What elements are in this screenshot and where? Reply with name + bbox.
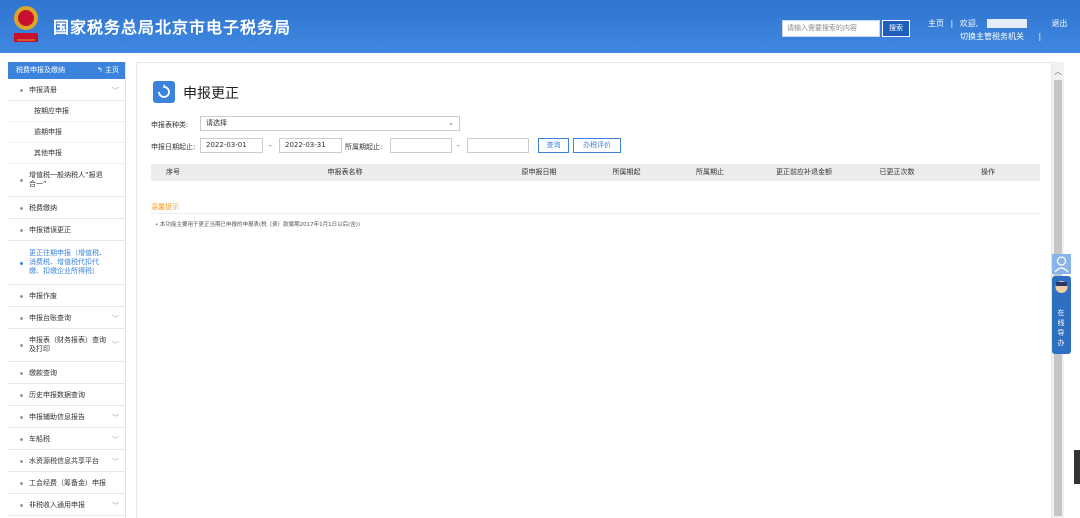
sidebar-subitem-overdue[interactable]: 逾期申报 (8, 122, 125, 143)
sidebar-item-union-fee[interactable]: 工会经费（筹备金）申报 (8, 472, 125, 494)
col-index: 序号 (166, 168, 180, 176)
bullet-icon (20, 344, 23, 347)
sidebar-item-payment-query[interactable]: 缴款查询 (8, 362, 125, 384)
col-report-name: 申报表名称 (327, 168, 363, 176)
sidebar-item-declaration-list[interactable]: 申报清册 ﹀ (8, 79, 125, 101)
sidebar-item-vat-refund[interactable]: 增值税一般纳税人“报退合一” (8, 164, 125, 197)
report-type-label: 申报表种类: (151, 121, 189, 129)
chevron-down-icon: ﹀ (112, 457, 119, 466)
chevron-down-icon: ﹀ (112, 86, 119, 95)
sidebar-item-nontax[interactable]: 非税收入通用申报 ﹀ (8, 494, 125, 516)
refresh-document-icon (153, 81, 175, 103)
bullet-icon (20, 371, 23, 375)
online-guide-button[interactable]: 在线导办 (1052, 276, 1071, 354)
bullet-icon (20, 179, 23, 182)
sidebar-header: 税费申报及缴纳 ↰ 主页 (8, 62, 125, 79)
chevron-down-icon: ﹀ (112, 341, 119, 349)
query-button[interactable]: 查询 (538, 138, 569, 153)
separator: | (1038, 32, 1042, 41)
switch-org-row: 切换主管税务机关 | (960, 31, 1041, 42)
results-table-header: 序号 申报表名称 原申报日期 所属期起 所属期止 更正前应补退金额 已更正次数 … (151, 164, 1040, 181)
tax-emblem-icon (14, 6, 38, 42)
online-guide-widget[interactable]: 在线导办 (1052, 254, 1071, 354)
edge-widget (1074, 450, 1080, 484)
report-type-select[interactable]: 请选择 ⌄ (200, 116, 460, 131)
sidebar: 税费申报及缴纳 ↰ 主页 申报清册 ﹀ 按期应申报 逾期申报 其他申报 增值税一… (8, 62, 126, 518)
page-title: 申报更正 (183, 86, 239, 102)
scroll-up-icon[interactable]: ︿ (1054, 66, 1062, 77)
bullet-icon (20, 228, 23, 232)
chevron-down-icon: ﹀ (112, 501, 119, 510)
bullet-icon (20, 88, 23, 92)
home-link[interactable]: 主页 (928, 19, 944, 28)
site-title: 国家税务总局北京市电子税务局 (53, 18, 292, 37)
masked-username (986, 19, 1027, 28)
top-links: 主页 | 欢迎, 退出 (928, 18, 1071, 29)
search-input[interactable]: 请输入需要搜索的内容 (782, 20, 880, 37)
sidebar-header-label: 税费申报及缴纳 (16, 66, 65, 74)
rate-button[interactable]: 办税评价 (573, 138, 621, 153)
tips-text: • 本功能主要用于更正当期已申报的申报表(税（费）款属期2017年1月1日以后(… (155, 222, 361, 228)
sidebar-item-aux-report[interactable]: 申报辅助信息报告 ﹀ (8, 406, 125, 428)
divider (151, 213, 1040, 214)
col-period-start: 所属期起 (612, 168, 641, 176)
sidebar-item-error-correction[interactable]: 申报错误更正 (8, 219, 125, 241)
period-start-input[interactable] (390, 138, 452, 153)
welcome-text: 欢迎, (959, 19, 979, 28)
date-end-input[interactable]: 2022-03-31 (279, 138, 342, 153)
col-action: 操作 (981, 168, 995, 176)
sidebar-item-report-print[interactable]: 申报表（财务报表）查询及打印 ﹀ (8, 329, 125, 362)
switch-org-link[interactable]: 切换主管税务机关 (960, 32, 1024, 41)
sidebar-item-ledger-query[interactable]: 申报台账查询 ﹀ (8, 307, 125, 329)
sidebar-item-past-correction[interactable]: 更正往期申报（增值税、消费税、增值税代扣代缴、扣缴企业所得税） (8, 241, 125, 285)
chevron-down-icon: ⌄ (448, 119, 454, 127)
date-dash: - (269, 142, 272, 150)
chevron-down-icon: ﹀ (112, 314, 119, 323)
service-agent-icon (1055, 281, 1068, 293)
declare-date-label: 申报日期起止: (151, 143, 196, 151)
date-start-input[interactable]: 2022-03-01 (200, 138, 263, 153)
col-orig-date: 原申报日期 (521, 168, 557, 176)
separator: | (950, 19, 954, 28)
bullet-icon (20, 415, 23, 419)
online-guide-label: 在线导办 (1057, 309, 1065, 347)
sidebar-item-tax-payment[interactable]: 税费缴纳 (8, 197, 125, 219)
bullet-icon (20, 316, 23, 320)
sidebar-subitem-other[interactable]: 其他申报 (8, 143, 125, 164)
col-period-end: 所属期止 (696, 168, 724, 176)
chevron-down-icon: ﹀ (112, 413, 119, 422)
sidebar-subitem-due[interactable]: 按期应申报 (8, 101, 125, 122)
user-avatar-icon[interactable] (1052, 254, 1071, 274)
bullet-icon (20, 503, 23, 507)
sidebar-item-void[interactable]: 申报作废 (8, 285, 125, 307)
tips-title: 温馨提示 (151, 203, 179, 211)
bullet-icon (20, 294, 23, 298)
sidebar-home-link[interactable]: ↰ 主页 (97, 62, 119, 79)
period-end-input[interactable] (467, 138, 529, 153)
bullet-icon (20, 393, 23, 397)
bullet-icon (20, 459, 23, 463)
period-dash: - (457, 142, 460, 150)
sidebar-item-water-tax[interactable]: 水资源税信息共享平台 ﹀ (8, 450, 125, 472)
bullet-icon (20, 437, 23, 441)
bullet-icon (20, 206, 23, 210)
col-count: 已更正次数 (879, 168, 915, 176)
bullet-icon (20, 481, 23, 485)
sidebar-item-history[interactable]: 历史申报数据查询 (8, 384, 125, 406)
bullet-icon (20, 261, 23, 265)
sidebar-item-vehicle-tax[interactable]: 车船税 ﹀ (8, 428, 125, 450)
main-panel: 申报更正 申报表种类: 请选择 ⌄ 申报日期起止: 2022-03-01 - 2… (136, 62, 1052, 518)
logout-link[interactable]: 退出 (1051, 19, 1067, 28)
col-amount: 更正前应补退金额 (776, 168, 832, 176)
chevron-down-icon: ﹀ (112, 435, 119, 444)
search-button[interactable]: 搜索 (882, 20, 910, 37)
top-header: 国家税务总局北京市电子税务局 请输入需要搜索的内容 搜索 主页 | 欢迎, 退出… (0, 0, 1080, 53)
period-label: 所属期起止: (345, 143, 383, 151)
